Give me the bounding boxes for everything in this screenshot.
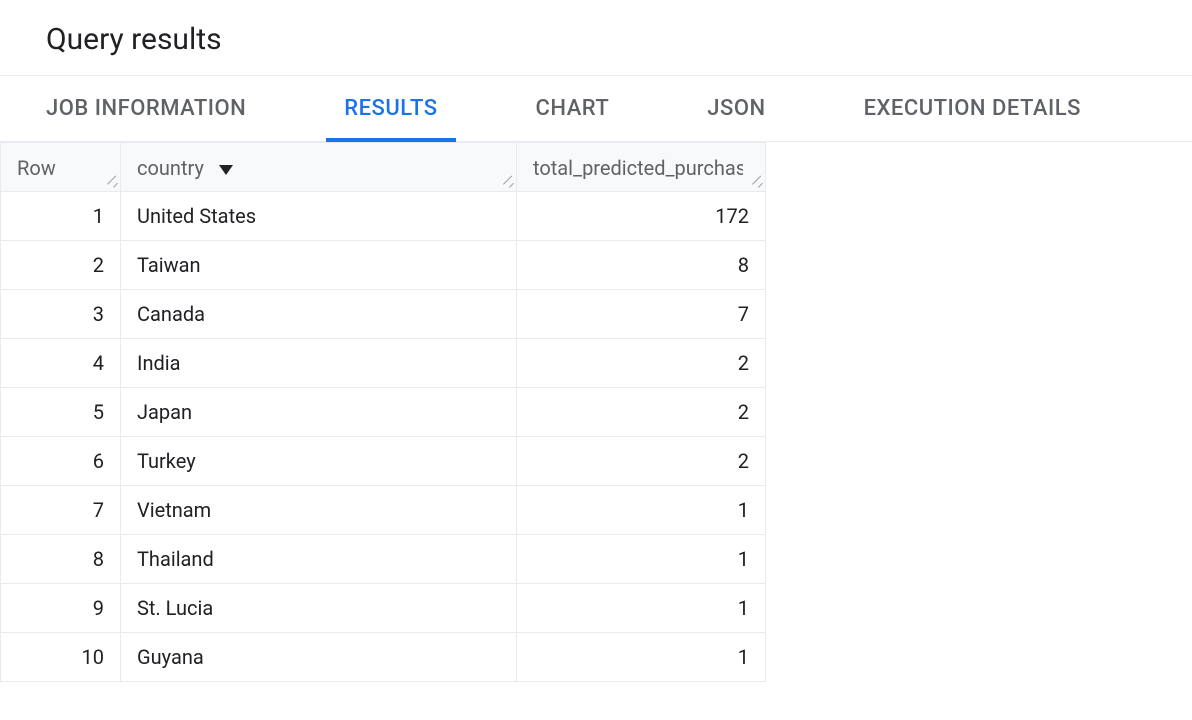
table-row: 4India2 — [1, 339, 766, 388]
tab-json[interactable]: JSON — [707, 76, 765, 141]
column-header-row[interactable]: Row — [1, 143, 121, 192]
table-row: 2Taiwan8 — [1, 241, 766, 290]
cell-predicted: 8 — [517, 241, 766, 290]
cell-predicted: 172 — [517, 192, 766, 241]
cell-row-number: 7 — [1, 486, 121, 535]
tab-label: RESULTS — [344, 96, 437, 121]
cell-country: St. Lucia — [121, 584, 517, 633]
resize-handle-icon[interactable] — [108, 179, 118, 189]
table-row: 1United States172 — [1, 192, 766, 241]
cell-row-number: 1 — [1, 192, 121, 241]
cell-country: Vietnam — [121, 486, 517, 535]
table-row: 5Japan2 — [1, 388, 766, 437]
table-row: 10Guyana1 — [1, 633, 766, 682]
tabs-bar: JOB INFORMATION RESULTS CHART JSON EXECUTION… — [0, 76, 1192, 142]
cell-row-number: 2 — [1, 241, 121, 290]
cell-country: Guyana — [121, 633, 517, 682]
tab-chart[interactable]: CHART — [536, 76, 610, 141]
cell-predicted: 1 — [517, 486, 766, 535]
cell-predicted: 1 — [517, 633, 766, 682]
cell-country: Japan — [121, 388, 517, 437]
cell-country: Thailand — [121, 535, 517, 584]
tab-results[interactable]: RESULTS — [344, 76, 437, 141]
column-header-row-label: Row — [17, 156, 56, 180]
tab-label: EXECUTION DETAILS — [864, 96, 1081, 121]
tab-label: JSON — [707, 96, 765, 121]
tab-job-information[interactable]: JOB INFORMATION — [46, 76, 246, 141]
resize-handle-icon[interactable] — [504, 179, 514, 189]
table-row: 8Thailand1 — [1, 535, 766, 584]
cell-row-number: 3 — [1, 290, 121, 339]
column-header-country-label: country — [137, 156, 204, 180]
cell-country: Taiwan — [121, 241, 517, 290]
tab-label: CHART — [536, 96, 610, 121]
cell-row-number: 10 — [1, 633, 121, 682]
results-table: Row country total_predicted_purchases — [0, 142, 766, 682]
cell-predicted: 1 — [517, 584, 766, 633]
column-header-country[interactable]: country — [121, 143, 517, 192]
column-header-predicted-label: total_predicted_purchases — [533, 156, 743, 180]
cell-country: United States — [121, 192, 517, 241]
table-row: 6Turkey2 — [1, 437, 766, 486]
cell-country: India — [121, 339, 517, 388]
cell-predicted: 2 — [517, 437, 766, 486]
cell-row-number: 6 — [1, 437, 121, 486]
cell-row-number: 5 — [1, 388, 121, 437]
cell-country: Canada — [121, 290, 517, 339]
cell-country: Turkey — [121, 437, 517, 486]
table-row: 9St. Lucia1 — [1, 584, 766, 633]
page-title: Query results — [0, 0, 1192, 75]
cell-predicted: 1 — [517, 535, 766, 584]
cell-row-number: 9 — [1, 584, 121, 633]
cell-predicted: 7 — [517, 290, 766, 339]
tab-label: JOB INFORMATION — [46, 96, 246, 121]
cell-predicted: 2 — [517, 339, 766, 388]
sort-desc-icon — [219, 156, 233, 180]
tab-execution-details[interactable]: EXECUTION DETAILS — [864, 76, 1081, 141]
cell-predicted: 2 — [517, 388, 766, 437]
column-header-predicted[interactable]: total_predicted_purchases — [517, 143, 766, 192]
resize-handle-icon[interactable] — [753, 179, 763, 189]
table-row: 7Vietnam1 — [1, 486, 766, 535]
table-row: 3Canada7 — [1, 290, 766, 339]
cell-row-number: 8 — [1, 535, 121, 584]
table-header-row: Row country total_predicted_purchases — [1, 143, 766, 192]
cell-row-number: 4 — [1, 339, 121, 388]
